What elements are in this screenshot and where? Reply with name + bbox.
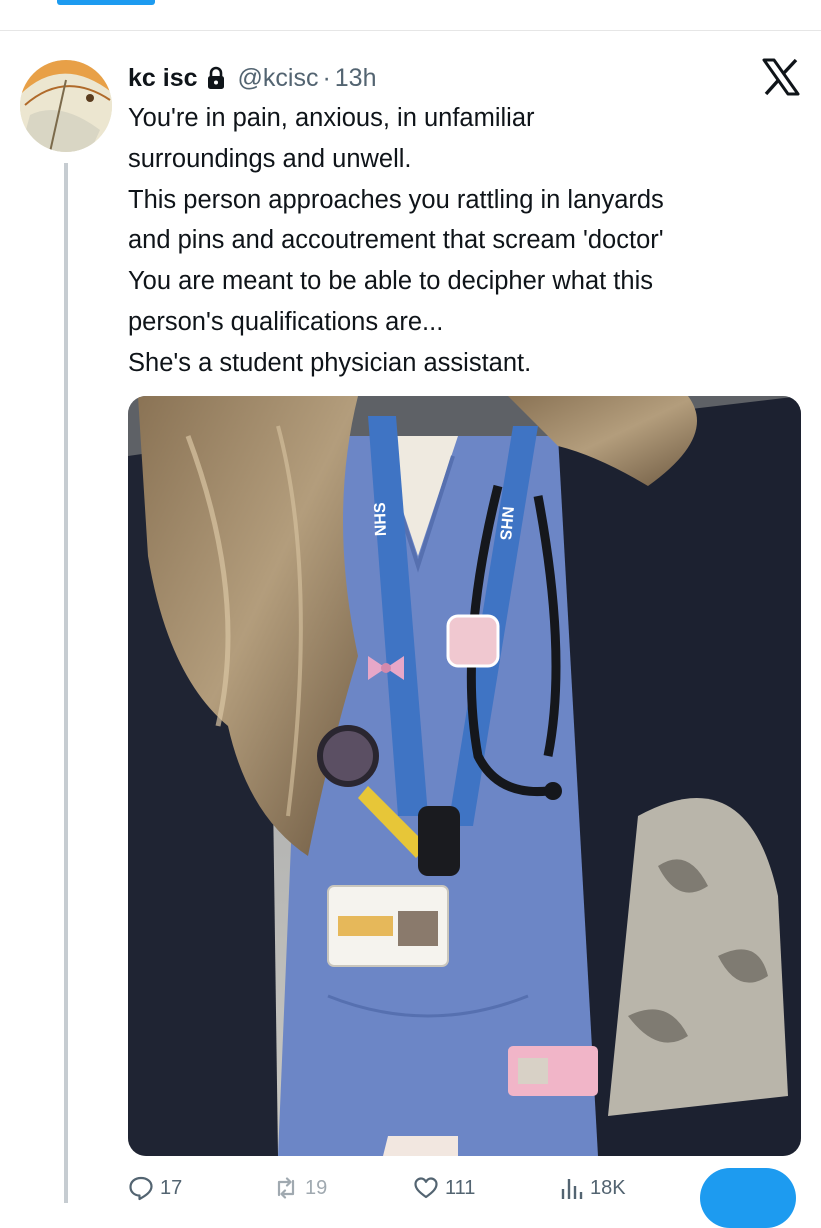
tweet-text-line: You are meant to be able to decipher wha… (128, 267, 653, 296)
views-button[interactable]: 18K (558, 1175, 626, 1201)
reply-icon (129, 1176, 153, 1201)
like-button[interactable]: 111 (413, 1175, 475, 1201)
tweet-text-line: You're in pain, anxious, in unfamiliar (128, 104, 535, 132)
active-tab-indicator (57, 0, 155, 5)
retweet-icon (277, 1177, 295, 1199)
views-bar-chart-icon (561, 1179, 583, 1199)
views-count: 18K (590, 1176, 626, 1199)
reply-count: 17 (160, 1176, 183, 1199)
lanyard-text: NHS (372, 502, 390, 537)
tweet-text-line: This person approaches you rattling in l… (128, 185, 664, 214)
lanyard-text: NHS (496, 506, 516, 541)
floating-action-button[interactable] (700, 1168, 796, 1228)
tweet-text: You're in pain, anxious, in unfamiliar s… (128, 98, 808, 384)
thread-line (64, 163, 68, 1203)
tweet-text-line: and pins and accoutrement that scream 'd… (128, 226, 664, 255)
avatar-image (20, 60, 112, 152)
timestamp[interactable]: 13h (335, 64, 377, 93)
tweet-header: kc isc @kcisc · 13h (128, 60, 377, 96)
user-handle[interactable]: @kcisc (238, 64, 319, 93)
lock-icon (206, 66, 226, 90)
separator-dot: · (322, 63, 331, 92)
tweet-text-line: She's a student physician assistant. (128, 348, 532, 377)
top-divider (0, 30, 821, 31)
tweet-text-line: person's qualifications are... (128, 307, 444, 336)
avatar[interactable] (20, 60, 112, 152)
tweet-text-line: surroundings and unwell. (128, 144, 412, 173)
like-count: 111 (445, 1176, 476, 1199)
heart-icon (414, 1177, 438, 1199)
photo-illustration: NHS NHS (128, 396, 801, 1156)
tweet-photo[interactable]: NHS NHS (128, 396, 801, 1156)
retweet-count: 19 (305, 1176, 328, 1199)
reply-button[interactable]: 17 (128, 1175, 182, 1201)
x-logo-icon[interactable] (762, 58, 800, 96)
retweet-button[interactable]: 19 (273, 1175, 327, 1201)
display-name[interactable]: kc isc (128, 64, 198, 93)
